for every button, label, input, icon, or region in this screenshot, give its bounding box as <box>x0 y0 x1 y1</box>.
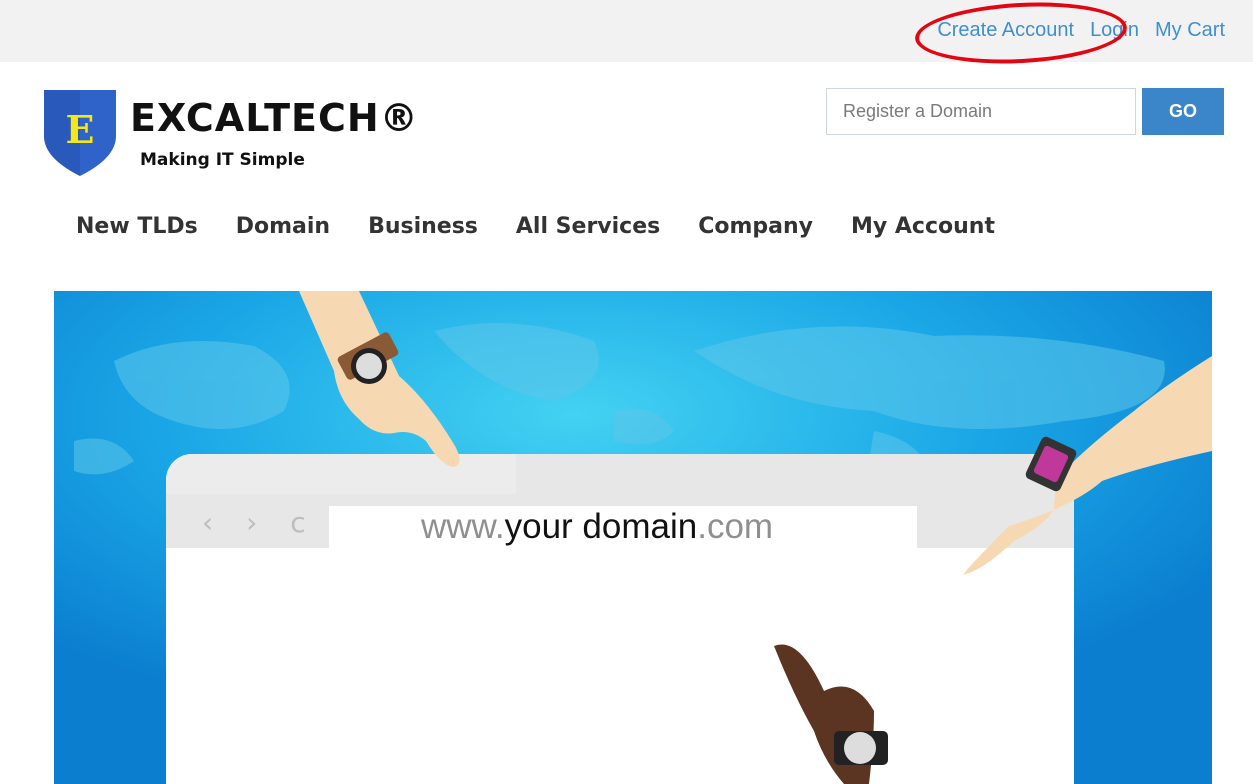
nav-item-business[interactable]: Business <box>368 214 478 239</box>
nav-item-company[interactable]: Company <box>698 214 813 239</box>
nav-item-all-services[interactable]: All Services <box>516 214 660 239</box>
site-logo[interactable]: E EXCALTECH® Making IT Simple <box>38 88 458 180</box>
domain-search-input[interactable] <box>826 88 1136 135</box>
top-utility-bar: Create Account Login My Cart <box>0 0 1253 69</box>
right-hand-icon <box>963 356 1212 575</box>
shield-logo-icon: E <box>44 90 116 176</box>
login-link[interactable]: Login <box>1090 19 1139 42</box>
pointing-hands-illustration <box>299 291 1212 784</box>
bottom-hand-icon <box>774 644 888 784</box>
main-navigation: New TLDs Domain Business All Services Co… <box>76 214 995 239</box>
brand-name: EXCALTECH® <box>130 96 419 140</box>
nav-item-domain[interactable]: Domain <box>236 214 330 239</box>
brand-tagline: Making IT Simple <box>140 150 305 170</box>
domain-search-form: GO <box>826 88 1224 135</box>
account-links: Create Account Login My Cart <box>913 0 1225 69</box>
nav-item-my-account[interactable]: My Account <box>851 214 995 239</box>
create-account-wrapper: Create Account <box>913 0 1129 69</box>
logo-monogram: E <box>66 107 95 152</box>
left-hand-icon <box>299 291 460 467</box>
go-button[interactable]: GO <box>1142 88 1224 135</box>
hero-banner: ‹ › c www. your domain .com <box>54 291 1212 784</box>
my-cart-link[interactable]: My Cart <box>1155 19 1225 42</box>
create-account-link[interactable]: Create Account <box>937 19 1074 41</box>
nav-item-new-tlds[interactable]: New TLDs <box>76 214 198 239</box>
